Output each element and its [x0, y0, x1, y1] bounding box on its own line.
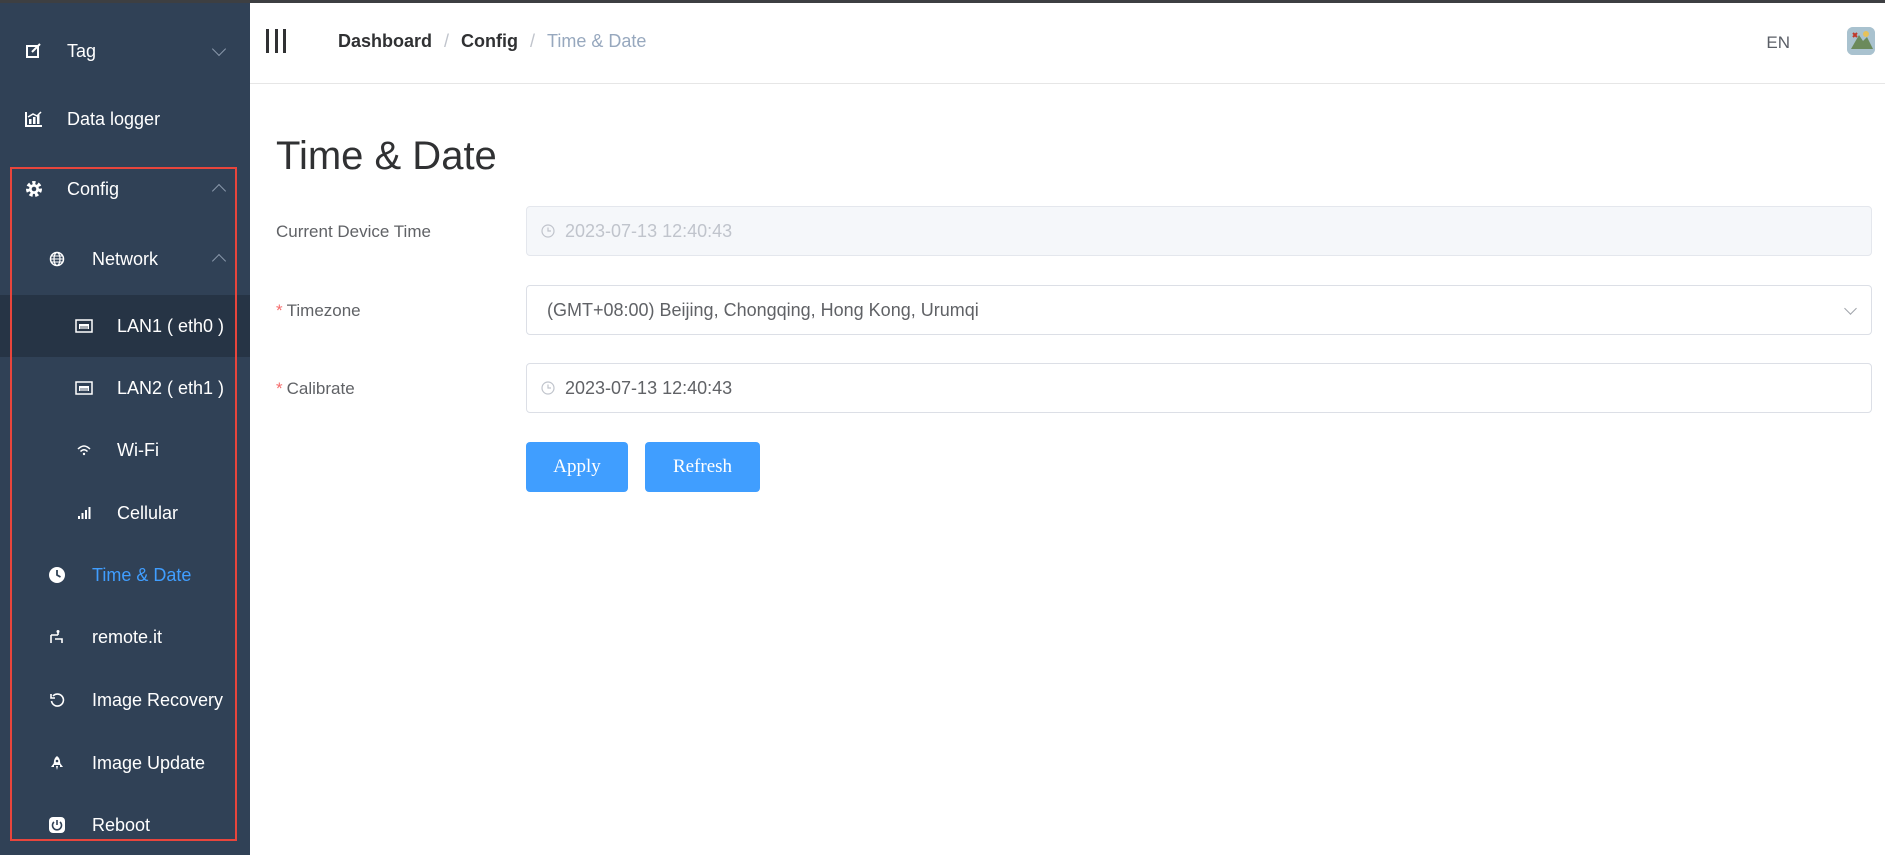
clock-icon [46, 564, 68, 586]
action-buttons-row: Apply Refresh [276, 442, 1876, 494]
page-title: Time & Date [276, 134, 497, 178]
main-content: Time & Date Current Device Time 2023-07-… [250, 84, 1885, 855]
timezone-select[interactable]: (GMT+08:00) Beijing, Chongqing, Hong Kon… [526, 285, 1872, 335]
sidebar-item-label: Data logger [67, 108, 161, 129]
chevron-up-icon [211, 183, 227, 199]
sidebar-item-time-date[interactable]: Time & Date [0, 546, 250, 604]
sidebar-item-reboot[interactable]: Reboot [0, 796, 250, 854]
timezone-label-text: Timezone [286, 301, 361, 320]
breadcrumb-separator: / [530, 31, 536, 51]
timezone-label: * Timezone [276, 301, 361, 321]
apply-button[interactable]: Apply [526, 442, 628, 492]
chevron-up-icon [211, 253, 227, 269]
calibrate-value: 2023-07-13 12:40:43 [565, 377, 733, 398]
edit-icon [23, 40, 45, 62]
refresh-button[interactable]: Refresh [645, 442, 760, 492]
power-icon [46, 814, 68, 836]
signal-icon [73, 502, 95, 524]
breadcrumb-item-dashboard[interactable]: Dashboard [338, 31, 432, 51]
sidebar-item-label: Network [92, 248, 159, 269]
sidebar-item-config[interactable]: Config [0, 160, 250, 218]
sidebar-item-lan1[interactable]: LAN1 ( eth0 ) [0, 295, 250, 357]
sidebar-item-label: Image Recovery [92, 689, 224, 710]
breadcrumb-separator: / [444, 31, 450, 51]
clock-icon [541, 381, 555, 395]
breadcrumb-item-config[interactable]: Config [461, 31, 518, 51]
sidebar-item-cellular[interactable]: Cellular [0, 484, 250, 542]
hamburger-icon[interactable] [266, 29, 286, 53]
sidebar-item-label: Config [67, 178, 120, 199]
sidebar-item-remoteit[interactable]: remote.it [0, 608, 250, 666]
language-switch[interactable]: EN [1766, 33, 1790, 53]
sidebar-item-label: remote.it [92, 626, 163, 647]
calibrate-datetime-picker[interactable]: 2023-07-13 12:40:43 [526, 363, 1872, 413]
chart-icon [23, 108, 45, 130]
timezone-row: * Timezone (GMT+08:00) Beijing, Chongqing… [276, 285, 1876, 337]
sidebar-item-image-recovery[interactable]: Image Recovery [0, 671, 250, 729]
calibrate-row: * Calibrate 2023-07-13 12:40:43 [276, 363, 1876, 415]
remote-icon [46, 626, 68, 648]
current-time-value: 2023-07-13 12:40:43 [565, 220, 733, 241]
chevron-down-icon [1844, 302, 1857, 315]
calibrate-label-text: Calibrate [286, 379, 355, 398]
clock-icon [541, 224, 555, 238]
current-time-label: Current Device Time [276, 222, 431, 241]
sidebar-item-wifi[interactable]: Wi-Fi [0, 421, 250, 479]
top-navbar: Dashboard / Config / Time & Date EN [250, 3, 1885, 84]
required-mark: * [276, 379, 283, 398]
sidebar-item-label: Tag [67, 40, 97, 61]
breadcrumb-item-current: Time & Date [547, 31, 647, 51]
sidebar-item-label: Reboot [92, 814, 151, 835]
refresh-icon [46, 689, 68, 711]
sidebar-item-label: Image Update [92, 752, 206, 773]
rocket-icon [46, 752, 68, 774]
breadcrumb: Dashboard / Config / Time & Date [338, 31, 646, 52]
wifi-icon [73, 439, 95, 461]
sidebar-item-tag[interactable]: Tag [0, 22, 250, 80]
sidebar-item-data-logger[interactable]: Data logger [0, 90, 250, 148]
sidebar-item-label: Cellular [117, 502, 179, 523]
globe-icon [46, 248, 68, 270]
calibrate-label: * Calibrate [276, 379, 355, 399]
ethernet-icon [73, 377, 95, 399]
required-mark: * [276, 301, 283, 320]
ethernet-icon [73, 315, 95, 337]
sidebar-item-image-update[interactable]: Image Update [0, 734, 250, 792]
sidebar-item-label: Time & Date [92, 564, 192, 585]
sidebar-item-label: Wi-Fi [117, 439, 159, 460]
current-time-row: Current Device Time 2023-07-13 12:40:43 [276, 206, 1876, 258]
sidebar-item-label: LAN1 ( eth0 ) [117, 315, 225, 336]
sidebar-item-lan2[interactable]: LAN2 ( eth1 ) [0, 359, 250, 417]
timezone-value: (GMT+08:00) Beijing, Chongqing, Hong Kon… [547, 299, 979, 320]
current-time-field: 2023-07-13 12:40:43 [526, 206, 1872, 256]
sidebar: Tag Data logger Config Network LAN1 ( et… [0, 3, 250, 855]
avatar[interactable] [1847, 27, 1875, 55]
sidebar-item-label: LAN2 ( eth1 ) [117, 377, 225, 398]
sidebar-item-network[interactable]: Network [0, 230, 250, 288]
chevron-down-icon [211, 41, 227, 57]
gear-icon [23, 178, 45, 200]
